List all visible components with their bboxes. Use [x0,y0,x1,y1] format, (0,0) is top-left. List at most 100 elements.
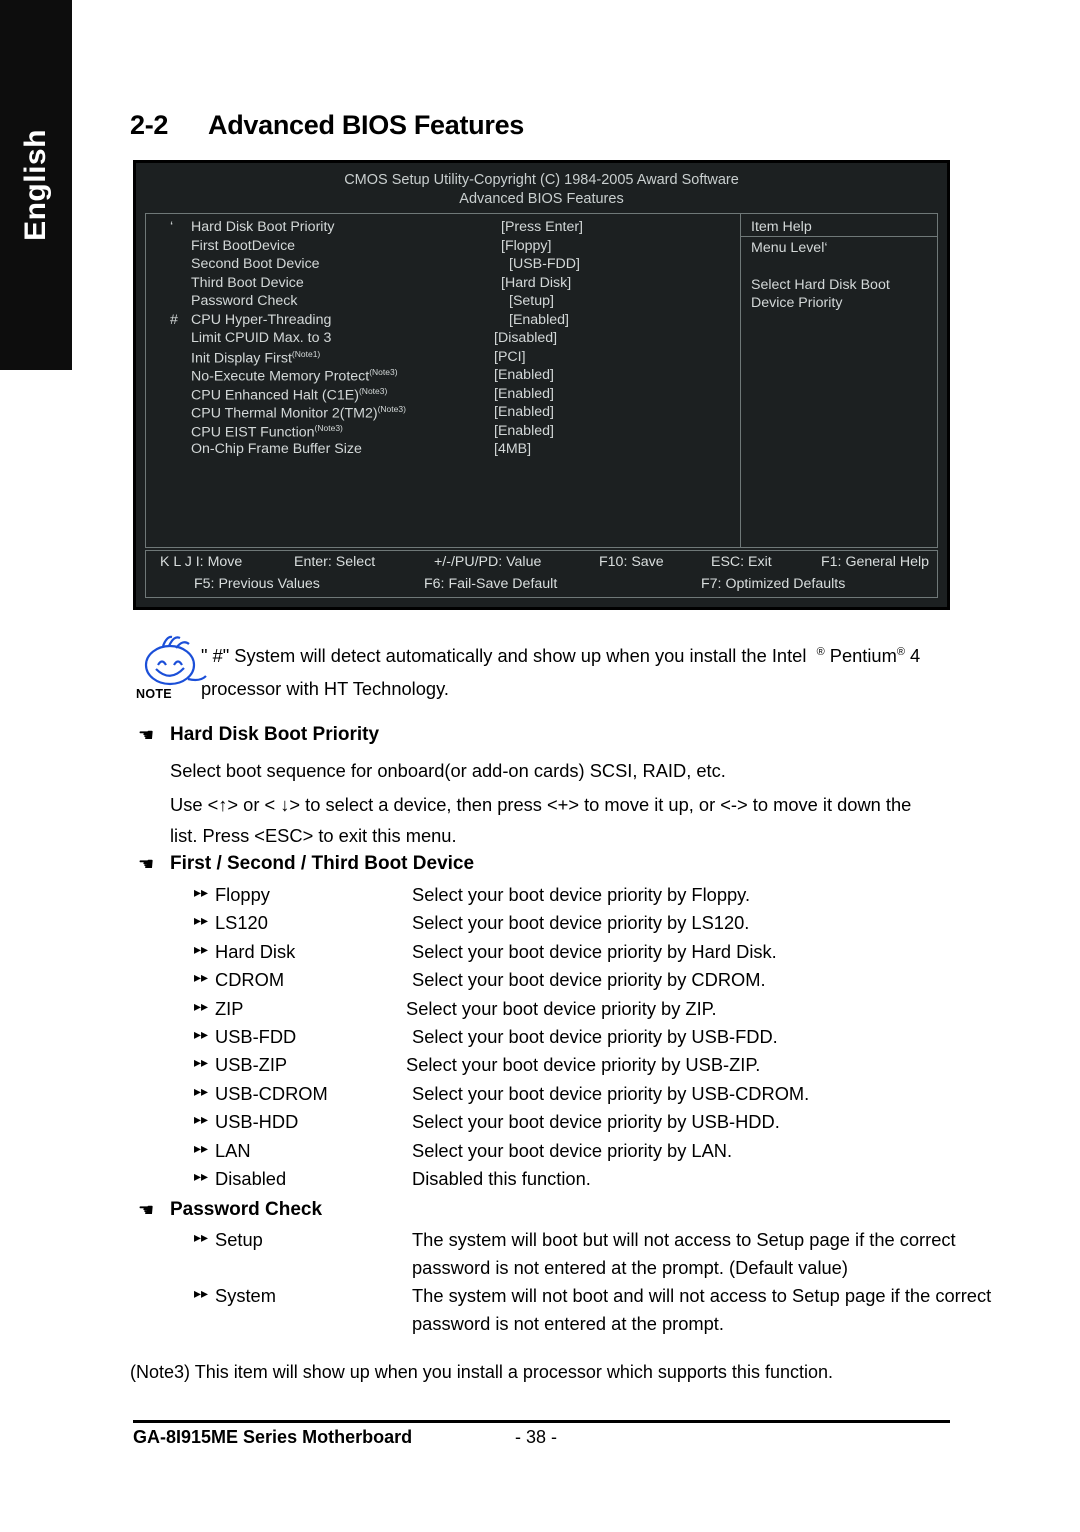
bios-row-note-ref: (Note3) [314,422,343,433]
double-arrow-bullet-icon: ▸▸ [194,912,209,929]
double-arrow-bullet-icon: ▸▸ [194,969,209,986]
bios-option-row[interactable]: Third Boot Device [Hard Disk] [146,275,740,294]
bios-row-value[interactable]: [Floppy] [501,238,551,254]
bios-option-row[interactable]: ‘ Hard Disk Boot Priority [Press Enter] [146,219,740,238]
option-description: Select your boot device priority by USB-… [412,1082,810,1104]
bios-option-row[interactable]: First BootDevice [Floppy] [146,238,740,257]
option-name: Hard Disk [215,940,296,962]
bios-screen-header: CMOS Setup Utility-Copyright (C) 1984-20… [139,166,944,209]
option-description: Select your boot device priority by USB-… [406,1054,761,1076]
bios-option-row[interactable]: Limit CPUID Max. to 3 [Disabled] [146,330,740,349]
option-description: Select your boot device priority by Hard… [412,940,777,962]
bios-row-value[interactable]: [Enabled] [494,386,554,402]
item-help-desc-line1: Select Hard Disk Boot [751,276,890,293]
bios-row-label: Second Boot Device [191,256,320,272]
bios-row-value[interactable]: [Enabled] [494,404,554,420]
note-text-line1: " #" System will detect automatically an… [201,645,921,667]
bios-row-value[interactable]: [Disabled] [494,330,557,346]
double-arrow-bullet-icon: ▸▸ [194,997,209,1014]
bios-option-row[interactable]: On-Chip Frame Buffer Size [4MB] [146,441,740,460]
option-description: Select your boot device priority by LS12… [412,912,750,934]
bios-row-note-ref: (Note3) [358,385,388,396]
bios-page-name: Advanced BIOS Features [459,191,624,207]
bios-screen-body: ‘ Hard Disk Boot Priority [Press Enter] Fir… [145,213,938,548]
bios-key-hint: +/-/PU/PD: Value [434,554,542,570]
double-arrow-bullet-icon: ▸▸ [194,1082,209,1099]
bios-row-value[interactable]: [4MB] [494,441,531,457]
item-help-desc-line2: Device Priority [751,295,843,311]
bios-key-legend-row-1: K L J I: Move Enter: Select +/-/PU/PD: Val… [146,551,937,573]
bios-row-value[interactable]: [Press Enter] [501,219,583,235]
option-description: Disabled this function. [412,1168,591,1189]
option-name: System [215,1285,276,1306]
para-boot-priority-usage: Use <↑> or < ↓> to select a device, then… [170,794,912,846]
manual-page: 2-2 Advanced BIOS Features CMOS Setup Uti… [0,0,1080,1532]
bios-row-label: CPU Thermal Monitor 2(TM2)(Note3) [191,404,406,422]
bios-option-row[interactable]: Init Display First(Note1) [PCI] [146,349,740,368]
bios-row-label: Third Boot Device [191,274,304,291]
bios-options-list: ‘ Hard Disk Boot Priority [Press Enter] Fir… [146,214,740,460]
option-description: Select your boot device priority by USB-… [412,1111,780,1133]
bios-row-marker: # [170,311,178,328]
bios-option-row[interactable]: CPU EIST Function(Note3) [Enabled] [146,423,740,442]
option-name: USB-CDROM [215,1082,328,1104]
double-arrow-bullet-icon: ▸▸ [194,1285,209,1301]
footer-divider [133,1420,950,1423]
note-label: NOTE [136,687,172,701]
bios-key-hint: Enter: Select [294,554,376,570]
double-arrow-bullet-icon: ▸▸ [194,884,209,900]
bios-row-note-ref: (Note3) [377,404,406,414]
bios-row-label: First BootDevice [191,237,296,254]
bios-row-value[interactable]: [Enabled] [509,312,569,328]
double-arrow-bullet-icon: ▸▸ [194,1054,209,1071]
section-heading: Advanced BIOS Features [208,110,525,140]
bios-row-label: On-Chip Frame Buffer Size [191,441,362,457]
bios-option-row[interactable]: CPU Enhanced Halt (C1E)(Note3) [Enabled] [146,386,740,405]
option-description-line2: password is not entered at the prompt. (… [412,1257,848,1278]
option-name: LS120 [215,912,268,934]
bios-row-value[interactable]: [PCI] [494,349,526,365]
section-number: 2-2 [130,110,169,140]
bios-option-row[interactable]: Second Boot Device [USB-FDD] [146,256,740,275]
note-text-line2: processor with HT Technology. [201,678,449,700]
bios-row-value[interactable]: [Setup] [509,293,554,309]
option-name: USB-ZIP [215,1054,288,1076]
bios-row-value[interactable]: [Enabled] [494,367,554,383]
bios-row-value[interactable]: [Hard Disk] [501,275,571,291]
option-name: CDROM [215,969,285,991]
bios-row-label: CPU Enhanced Halt (C1E)(Note3) [191,385,388,404]
bios-row-label: CPU Hyper-Threading [191,311,332,328]
bios-option-row[interactable]: # CPU Hyper-Threading [Enabled] [146,312,740,331]
option-name: Floppy [215,884,270,905]
bios-options-pane: ‘ Hard Disk Boot Priority [Press Enter] Fir… [146,214,741,547]
bios-row-label: No-Execute Memory Protect(Note3) [191,367,398,385]
bios-row-note-ref: (Note1) [291,348,321,359]
bios-key-legend: K L J I: Move Enter: Select +/-/PU/PD: Val… [145,550,938,598]
double-arrow-bullet-icon: ▸▸ [194,940,209,957]
menu-level-text: Menu Level‘ [751,240,828,256]
bios-row-note-ref: (Note3) [369,367,398,377]
bios-copyright-line: CMOS Setup Utility-Copyright (C) 1984-20… [344,172,739,188]
footer-page-number: - 38 - [515,1427,558,1447]
pointing-hand-icon: ☚ [138,854,155,874]
item-help-title: Item Help [741,214,937,237]
bios-option-row[interactable]: No-Execute Memory Protect(Note3) [Enabled… [146,367,740,386]
bios-option-row[interactable]: Password Check [Setup] [146,293,740,312]
option-description: Select your boot device priority by CDRO… [412,969,766,991]
bios-setup-screen: CMOS Setup Utility-Copyright (C) 1984-20… [133,160,950,610]
bios-key-hint: ESC: Exit [711,554,772,570]
heading-boot-device: ☚ First / Second / Third Boot Device [138,853,475,874]
footer-product-name: GA-8I915ME Series Motherboard [133,1427,413,1447]
heading-password-check: ☚ Password Check [138,1199,323,1220]
option-description: Select your boot device priority by USB-… [412,1026,778,1047]
bios-row-value[interactable]: [Enabled] [494,423,554,439]
bios-row-value[interactable]: [USB-FDD] [509,256,580,272]
option-description: Select your boot device priority by ZIP. [406,997,717,1019]
double-arrow-bullet-icon: ▸▸ [194,1168,209,1184]
double-arrow-bullet-icon: ▸▸ [194,1026,209,1042]
bios-option-row[interactable]: CPU Thermal Monitor 2(TM2)(Note3) [Enable… [146,404,740,423]
option-description-line2: password is not entered at the prompt. [412,1313,724,1334]
bios-row-label: Password Check [191,293,298,309]
bios-key-hint: F1: General Help [821,554,930,570]
bios-key-legend-row-2: F5: Previous Values F6: Fail-Save Default… [146,573,937,595]
